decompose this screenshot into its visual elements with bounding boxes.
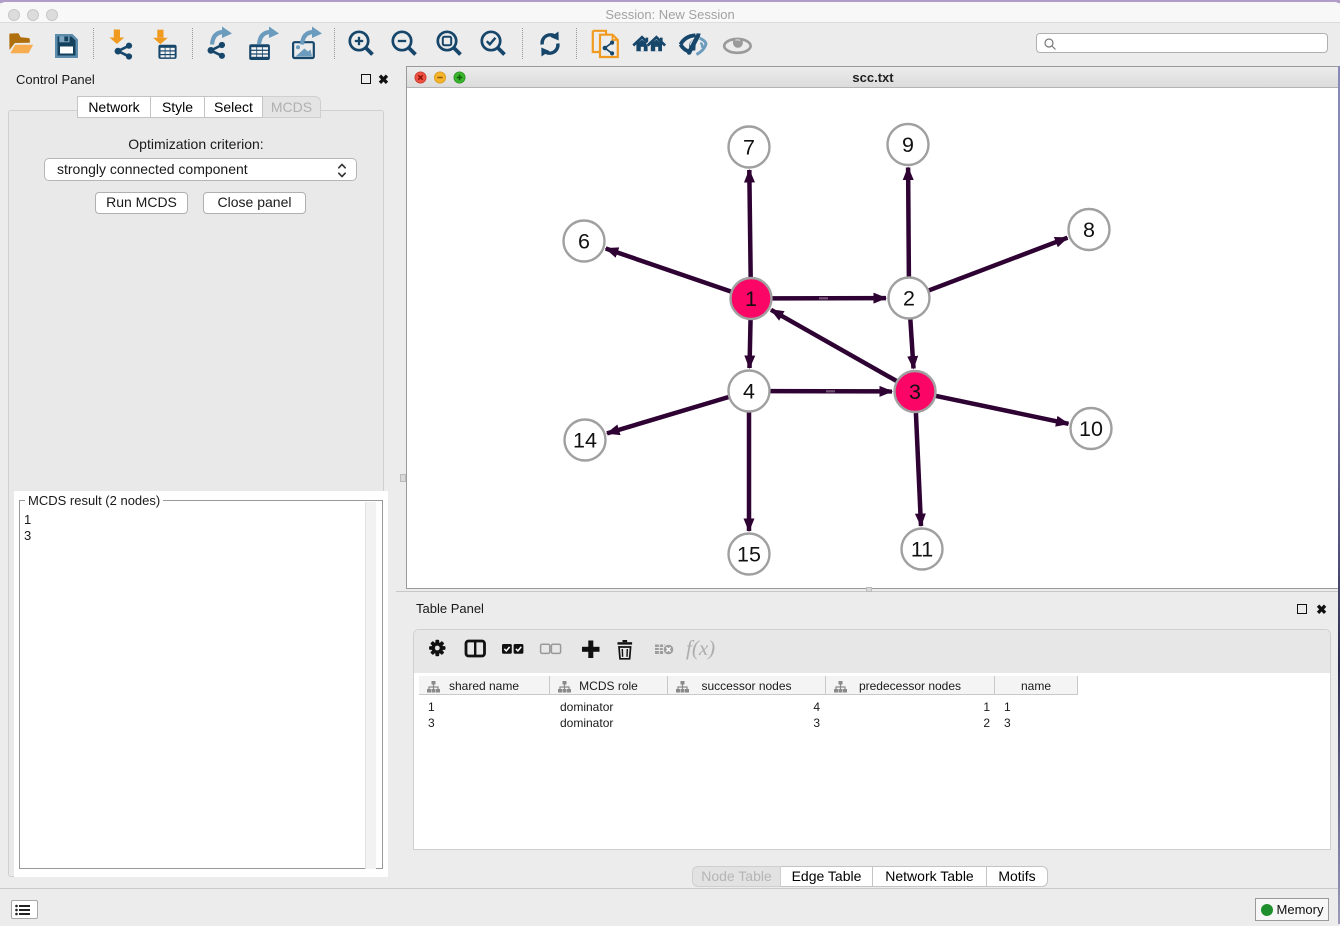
svg-text:14: 14 (573, 429, 597, 453)
svg-text:6: 6 (578, 230, 590, 254)
svg-text:4: 4 (743, 380, 755, 404)
svg-text:2: 2 (903, 287, 915, 311)
svg-text:3: 3 (909, 380, 921, 404)
svg-text:15: 15 (737, 543, 761, 567)
svg-text:11: 11 (911, 538, 933, 562)
svg-text:7: 7 (743, 136, 755, 160)
svg-text:10: 10 (1079, 417, 1103, 441)
svg-text:1: 1 (745, 287, 757, 311)
svg-text:8: 8 (1083, 218, 1095, 242)
svg-text:9: 9 (902, 133, 914, 157)
